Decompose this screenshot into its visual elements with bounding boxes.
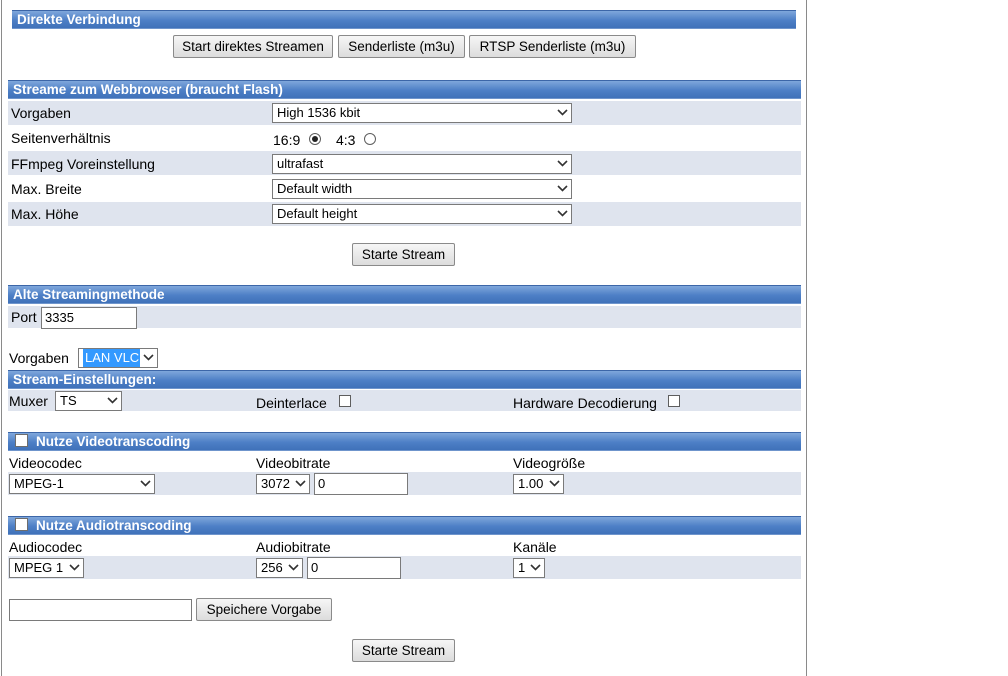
videocodec-label: Videocodec (9, 455, 82, 471)
deinterlace-checkbox[interactable] (339, 395, 351, 407)
chevron-down-icon (546, 475, 563, 493)
videobitrate-input-value: 0 (318, 476, 326, 491)
videocodec-value: MPEG-1 (14, 476, 64, 491)
hardware-decoding-checkbox[interactable] (668, 395, 680, 407)
max-height-value: Default height (277, 206, 358, 221)
audiobitrate-select[interactable]: 256 (256, 558, 303, 578)
vorgaben-label: Vorgaben (11, 105, 71, 121)
chevron-down-icon (140, 349, 157, 367)
ffmpeg-preset-value: ultrafast (277, 156, 324, 171)
section-header-audiotranscoding: Nutze Audiotranscoding (8, 516, 801, 535)
audiobitrate-select-value: 256 (261, 560, 283, 575)
audiocodec-label: Audiocodec (9, 539, 83, 555)
section-title: Streame zum Webbrowser (braucht Flash) (13, 82, 283, 97)
audiobitrate-input[interactable]: 0 (307, 557, 401, 579)
deinterlace-label: Deinterlace (256, 395, 327, 411)
section-title: Nutze Videotranscoding (36, 434, 191, 449)
muxer-label: Muxer (9, 393, 48, 409)
max-width-label: Max. Breite (11, 181, 82, 197)
videosize-label: Videogröße (513, 455, 586, 471)
chevron-down-icon (554, 205, 571, 223)
muxer-select[interactable]: TS (55, 391, 122, 411)
muxer-value: TS (60, 393, 77, 408)
start-stream-button[interactable]: Starte Stream (352, 243, 455, 266)
row-stripe (8, 556, 801, 579)
videocodec-select[interactable]: MPEG-1 (9, 474, 155, 494)
channels-value: 1 (518, 560, 526, 575)
videobitrate-select[interactable]: 3072 (256, 474, 310, 494)
chevron-down-icon (527, 559, 544, 577)
section-header-videotranscoding: Nutze Videotranscoding (8, 432, 801, 451)
max-height-select[interactable]: Default height (272, 204, 572, 224)
section-header-webbrowser-flash: Streame zum Webbrowser (braucht Flash) (8, 80, 801, 99)
chevron-down-icon (104, 392, 121, 410)
videosize-select[interactable]: 1.00 (513, 474, 564, 494)
audiobitrate-label: Audiobitrate (256, 539, 331, 555)
max-width-select[interactable]: Default width (272, 179, 572, 199)
port-label: Port (11, 309, 37, 325)
chevron-down-icon (285, 559, 302, 577)
chevron-down-icon (137, 475, 154, 493)
start-direct-stream-button[interactable]: Start direktes Streamen (173, 35, 333, 58)
section-title: Alte Streamingmethode (13, 287, 165, 302)
port-input[interactable]: 3335 (41, 307, 137, 329)
section-header-stream-einstellungen: Stream-Einstellungen: (8, 370, 801, 389)
alt-vorgaben-select[interactable]: LAN VLC (78, 348, 158, 368)
section-title: Stream-Einstellungen: (13, 372, 157, 387)
use-audio-transcoding-checkbox[interactable] (15, 518, 28, 531)
chevron-down-icon (292, 475, 309, 493)
port-input-value: 3335 (45, 310, 74, 325)
aspect-43-radio[interactable] (364, 133, 376, 145)
chevron-down-icon (66, 559, 83, 577)
alt-vorgaben-label: Vorgaben (9, 350, 69, 366)
aspect-169-radio[interactable] (309, 133, 321, 145)
videosize-value: 1.00 (518, 476, 544, 491)
section-title: Nutze Audiotranscoding (36, 518, 192, 533)
row-stripe (8, 390, 801, 411)
vorgaben-select[interactable]: High 1536 kbit (272, 103, 572, 123)
aspect-ratio-label: Seitenverhältnis (11, 130, 111, 146)
bottom-start-stream-button[interactable]: Starte Stream (352, 639, 455, 662)
ffmpeg-preset-select[interactable]: ultrafast (272, 154, 572, 174)
save-preset-button[interactable]: Speichere Vorgabe (196, 598, 332, 621)
chevron-down-icon (554, 155, 571, 173)
section-header-alte-streamingmethode: Alte Streamingmethode (8, 285, 801, 304)
ffmpeg-preset-label: FFmpeg Voreinstellung (11, 156, 155, 172)
vorgaben-select-value: High 1536 kbit (277, 105, 361, 120)
preset-name-input[interactable] (9, 599, 192, 621)
section-title: Direkte Verbindung (17, 12, 141, 27)
aspect-169-label: 16:9 (273, 132, 301, 148)
chevron-down-icon (554, 180, 571, 198)
hardware-decoding-label: Hardware Decodierung (513, 395, 657, 411)
videobitrate-input[interactable]: 0 (314, 473, 408, 495)
channels-select[interactable]: 1 (513, 558, 545, 578)
max-width-value: Default width (277, 181, 353, 196)
audiocodec-value: MPEG 1 (14, 560, 64, 575)
section-header-direkte-verbindung: Direkte Verbindung (12, 10, 796, 29)
max-height-label: Max. Höhe (11, 206, 79, 222)
videobitrate-label: Videobitrate (256, 455, 331, 471)
videobitrate-select-value: 3072 (261, 476, 290, 491)
alt-vorgaben-value: LAN VLC (83, 349, 142, 367)
use-video-transcoding-checkbox[interactable] (15, 434, 28, 447)
audiocodec-select[interactable]: MPEG 1 (9, 558, 84, 578)
audiobitrate-input-value: 0 (311, 560, 319, 575)
aspect-43-label: 4:3 (336, 132, 356, 148)
channels-label: Kanäle (513, 539, 557, 555)
channel-list-m3u-button[interactable]: Senderliste (m3u) (338, 35, 465, 58)
chevron-down-icon (554, 104, 571, 122)
rtsp-channel-list-m3u-button[interactable]: RTSP Senderliste (m3u) (469, 35, 636, 58)
